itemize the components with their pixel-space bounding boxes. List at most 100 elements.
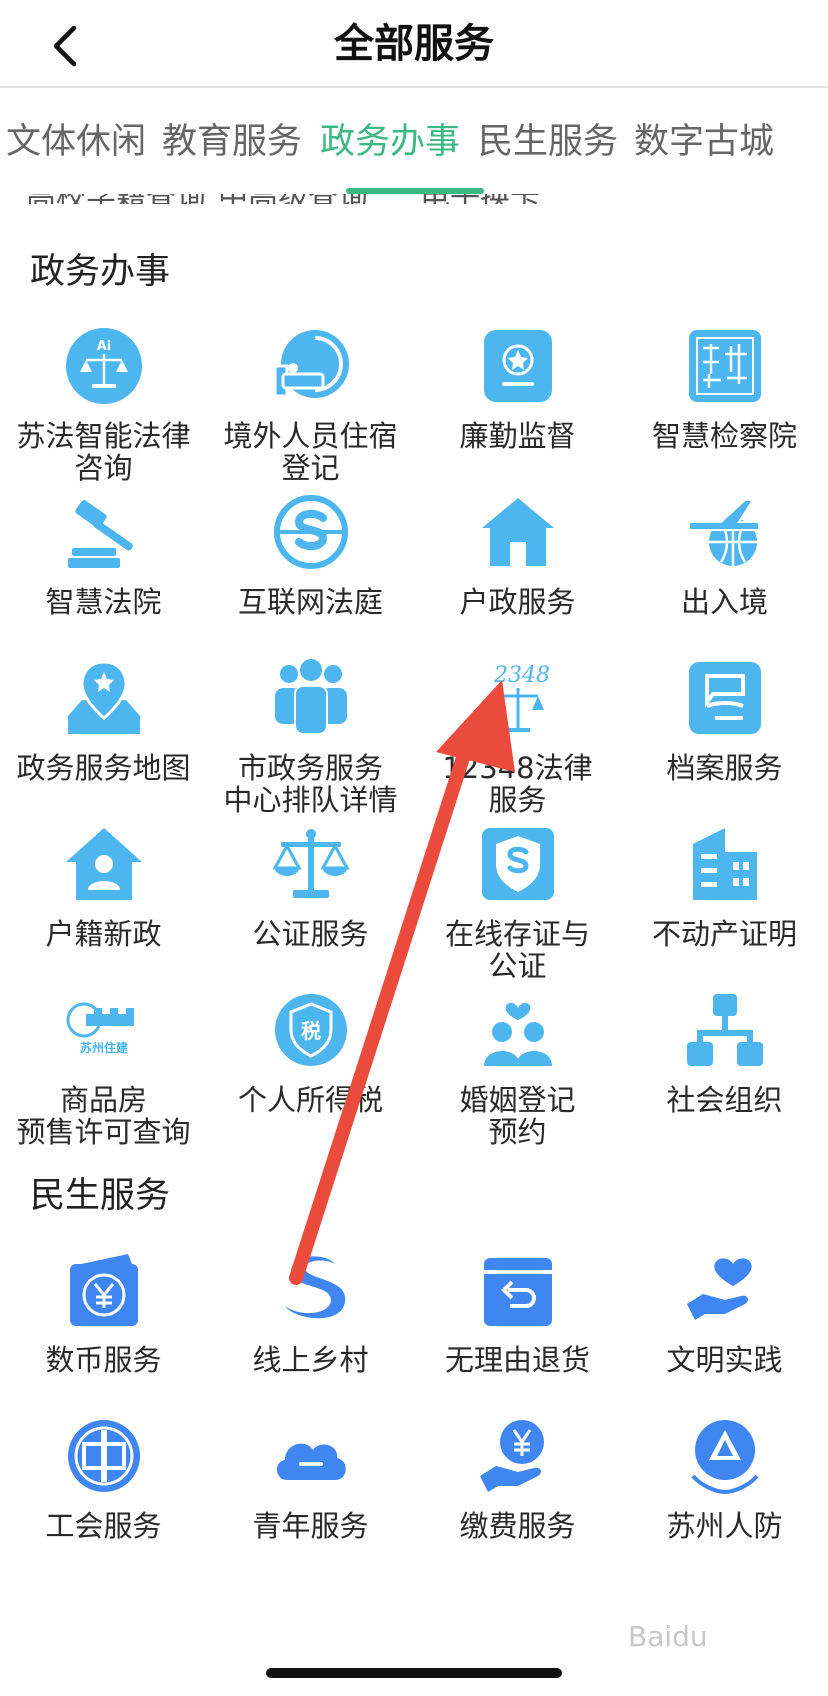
- service-label: 个人所得税: [237, 1083, 383, 1117]
- category-tabs: 文体休闲 教育服务 政务办事 民生服务 数字古城: [0, 90, 828, 194]
- service-label: 数币服务: [45, 1343, 162, 1377]
- peek-item: 高校学籍查询: [26, 194, 206, 204]
- svg-text:Ai: Ai: [96, 339, 111, 354]
- service-item[interactable]: 档案服务: [621, 658, 828, 784]
- union-emblem-icon: [67, 1420, 140, 1492]
- service-item[interactable]: 工会服务: [0, 1416, 207, 1542]
- yuan-hand-icon: [479, 1420, 544, 1492]
- service-label: 政务服务地图: [16, 751, 191, 785]
- ai-scales-icon: Ai: [65, 328, 142, 404]
- service-label: 苏州人防: [666, 1509, 783, 1543]
- hand-heart-icon: [686, 1258, 752, 1320]
- svg-text:税: 税: [301, 1019, 321, 1043]
- service-label: 档案服务: [666, 751, 783, 785]
- service-label: 服务: [488, 783, 547, 817]
- service-label: 咨询: [74, 451, 133, 485]
- gavel-icon: [67, 500, 133, 568]
- star-badge-icon: [483, 330, 552, 402]
- service-item[interactable]: 无理由退货: [414, 1250, 621, 1376]
- peek-item: 电子换卡: [420, 194, 540, 204]
- service-label: 婚姻登记: [459, 1083, 576, 1117]
- civil-defense-icon: [690, 1420, 759, 1495]
- service-item[interactable]: Ai 苏法智能法律 咨询: [0, 326, 207, 484]
- service-item[interactable]: 出入境: [621, 492, 828, 618]
- service-label: 在线存证与: [444, 917, 590, 951]
- service-label: 户籍新政: [45, 917, 162, 951]
- service-label: 境外人员住宿: [223, 419, 398, 453]
- tax-shield-icon: 税: [274, 994, 347, 1066]
- home-indicator[interactable]: [266, 1668, 562, 1678]
- scales-icon: [271, 829, 350, 898]
- service-item[interactable]: 市政务服务 中心排队详情: [207, 658, 414, 816]
- service-item[interactable]: 青年服务: [207, 1416, 414, 1542]
- service-item[interactable]: 不动产证明: [621, 824, 828, 950]
- archive-seal-icon: [688, 662, 761, 734]
- service-item[interactable]: 户政服务: [414, 492, 621, 618]
- s-logo-icon: [284, 1256, 345, 1319]
- service-item[interactable]: 户籍新政: [0, 824, 207, 950]
- service-label: 出入境: [680, 585, 768, 619]
- org-chart-icon: [686, 994, 763, 1066]
- service-item[interactable]: 婚姻登记 预约: [414, 990, 621, 1148]
- service-item[interactable]: 在线存证与 公证: [414, 824, 621, 982]
- service-label: 智慧法院: [45, 585, 162, 619]
- service-item[interactable]: 政务服务地图: [0, 658, 207, 784]
- map-pin-icon: [67, 660, 140, 734]
- service-label: 线上乡村: [252, 1343, 369, 1377]
- service-item[interactable]: 公证服务: [207, 824, 414, 950]
- service-item[interactable]: 数币服务: [0, 1250, 207, 1376]
- section-title-government: 政务办事: [30, 252, 171, 292]
- tab-education[interactable]: 教育服务: [162, 90, 302, 194]
- service-label: 青年服务: [252, 1509, 369, 1543]
- service-label: 社会组织: [666, 1083, 783, 1117]
- service-item[interactable]: 线上乡村: [207, 1250, 414, 1376]
- service-item[interactable]: 苏州住建 商品房 预售许可查询: [0, 990, 207, 1148]
- service-item[interactable]: 廉勤监督: [414, 326, 621, 452]
- network-court-icon: [273, 495, 348, 569]
- tab-leisure[interactable]: 文体休闲: [6, 90, 146, 194]
- service-label: 12348法律: [442, 751, 593, 785]
- service-item[interactable]: 境外人员住宿 登记: [207, 326, 414, 484]
- service-item[interactable]: 苏州人防: [621, 1416, 828, 1542]
- section-title-livelihood: 民生服务: [30, 1176, 171, 1216]
- service-label: 预约: [488, 1115, 547, 1149]
- tab-government[interactable]: 政务办事: [320, 90, 460, 194]
- service-label: 不动产证明: [651, 917, 797, 951]
- couple-heart-icon: [483, 1002, 552, 1066]
- service-label: 户政服务: [459, 585, 576, 619]
- house-person-icon: [65, 828, 142, 900]
- cloud-icon: [276, 1443, 346, 1480]
- people-group-icon: [274, 659, 347, 735]
- svg-text:苏州住建: 苏州住建: [79, 1040, 128, 1055]
- building-icon: [692, 828, 757, 900]
- digital-yuan-icon: [69, 1254, 138, 1326]
- service-item[interactable]: 互联网法庭: [207, 492, 414, 618]
- service-label: 市政务服务: [237, 751, 383, 785]
- suzhou-housing-icon: 苏州住建: [66, 1002, 134, 1055]
- service-label: 预售许可查询: [16, 1115, 191, 1149]
- airplane-globe-icon: [687, 499, 760, 566]
- service-label: 苏法智能法律: [16, 419, 191, 453]
- tab-digital-city[interactable]: 数字古城: [634, 90, 774, 194]
- service-item[interactable]: 智慧检察院: [621, 326, 828, 452]
- return-box-icon: [483, 1258, 552, 1326]
- service-item[interactable]: 文明实践: [621, 1250, 828, 1376]
- service-item[interactable]: 税 个人所得税: [207, 990, 414, 1116]
- top-nav-bar: 全部服务: [0, 0, 828, 88]
- shield-s-icon: [481, 828, 554, 900]
- service-item[interactable]: 社会组织: [621, 990, 828, 1116]
- previous-section-peek: 高校学籍查询 中高级查询 电子换卡: [0, 194, 828, 204]
- service-label: 公证服务: [252, 917, 369, 951]
- service-item[interactable]: 2348 12348法律 服务: [414, 658, 621, 816]
- globe-bed-icon: [273, 330, 349, 398]
- service-label: 缴费服务: [459, 1509, 576, 1543]
- service-label: 工会服务: [45, 1509, 162, 1543]
- service-label: 商品房: [59, 1083, 147, 1117]
- service-label: 互联网法庭: [237, 585, 383, 619]
- service-label: 中心排队详情: [223, 783, 398, 817]
- service-item[interactable]: 缴费服务: [414, 1416, 621, 1542]
- service-item[interactable]: 智慧法院: [0, 492, 207, 618]
- page-title: 全部服务: [334, 21, 494, 67]
- tab-livelihood[interactable]: 民生服务: [478, 90, 618, 194]
- house-icon: [481, 498, 554, 566]
